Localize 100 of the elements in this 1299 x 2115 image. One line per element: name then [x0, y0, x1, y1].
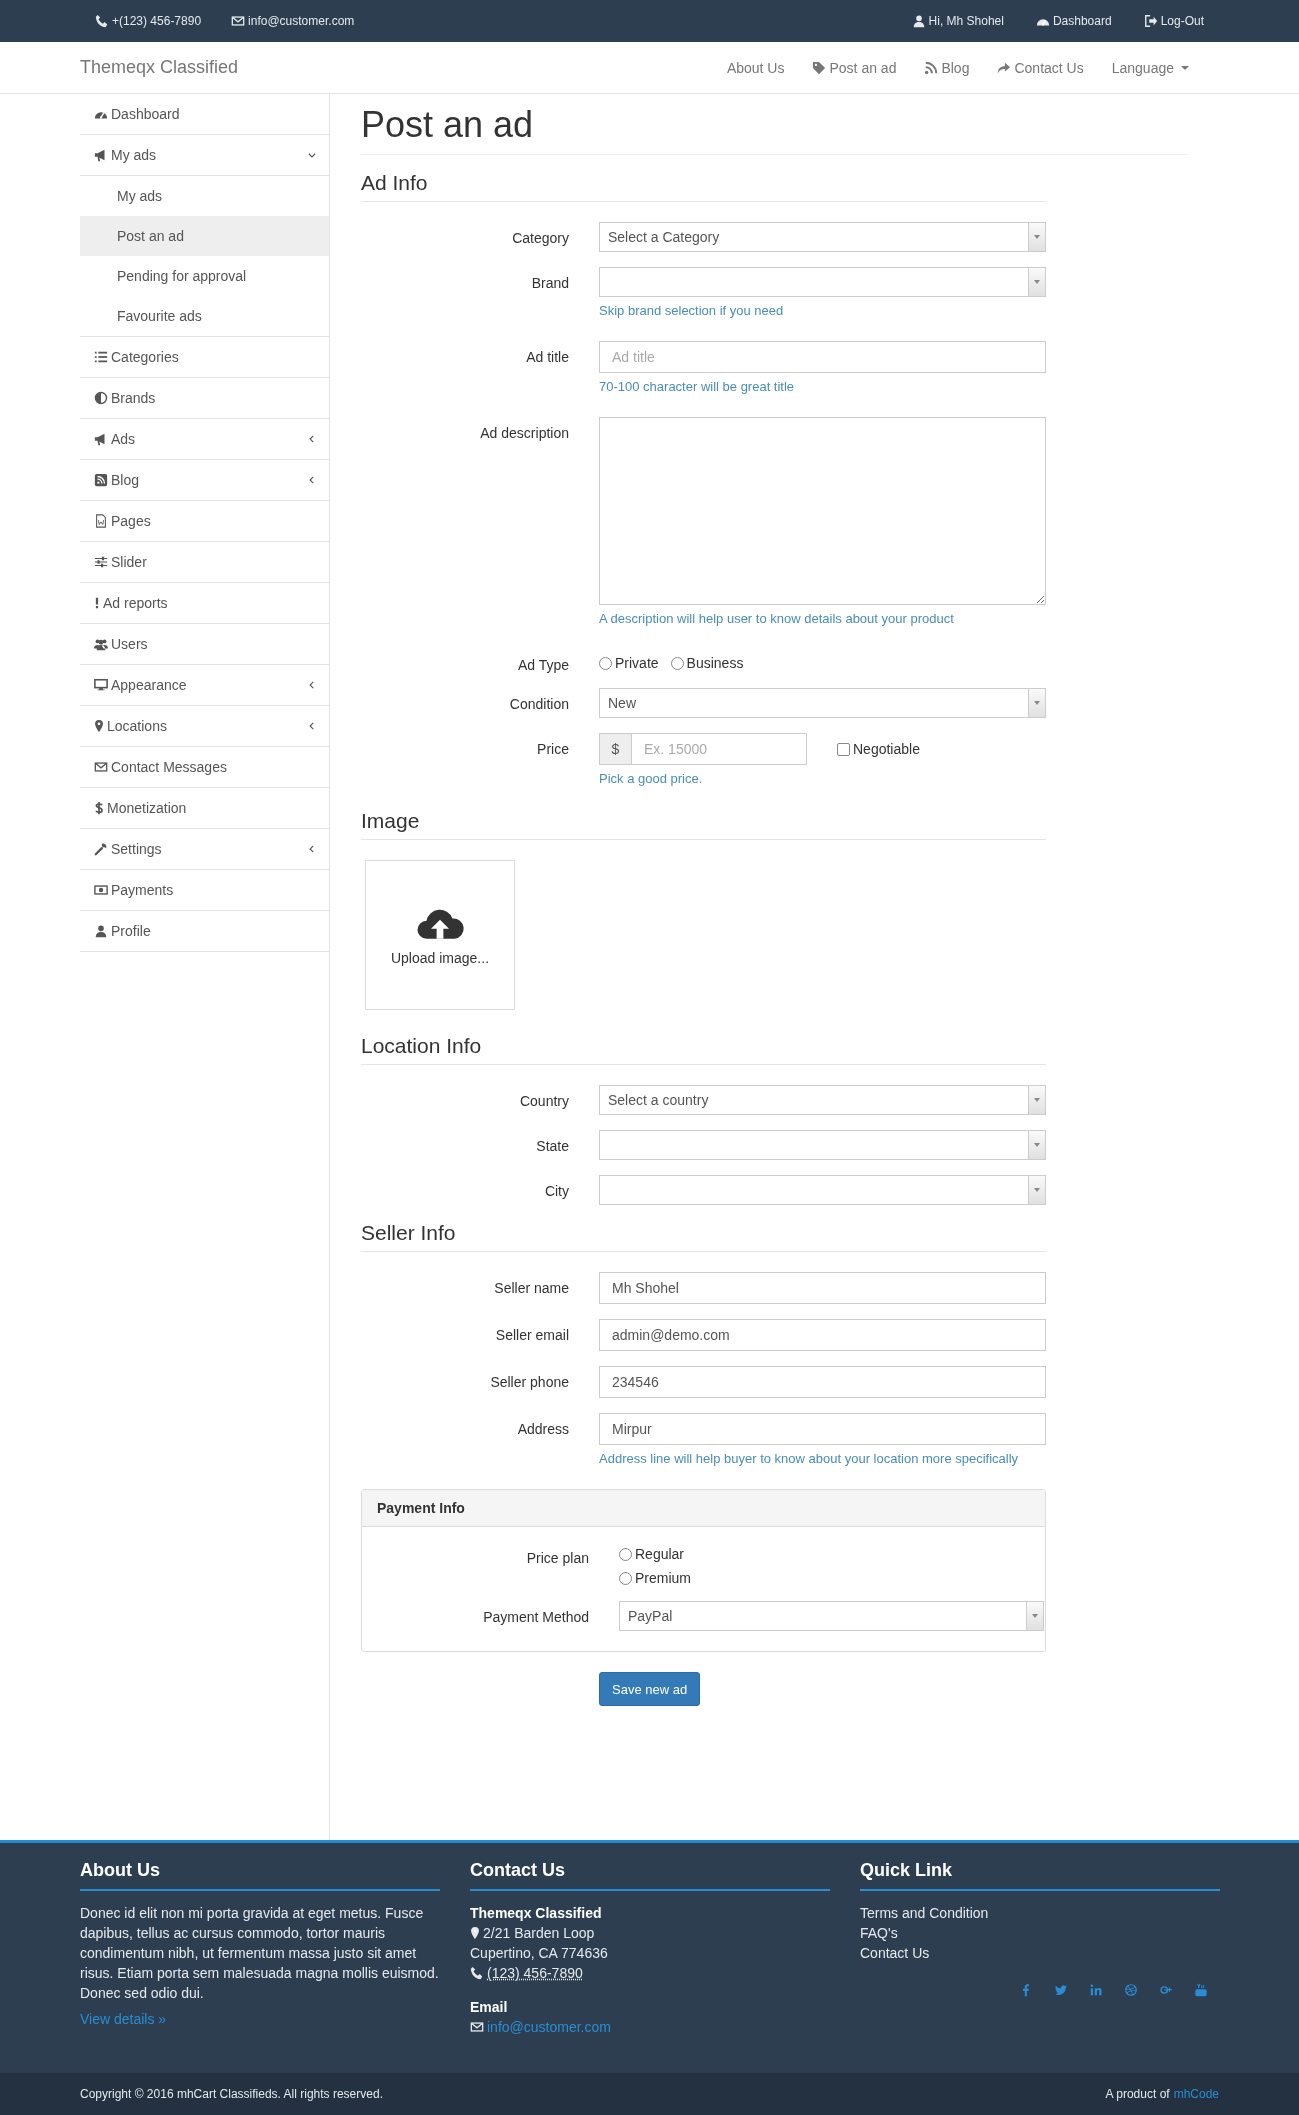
sidebar-item[interactable]: Blog — [80, 460, 329, 501]
field-label: Ad Type — [516, 656, 569, 673]
text-field[interactable]: Mh Shohel — [599, 1272, 1046, 1304]
text-field[interactable]: admin@demo.com — [599, 1319, 1046, 1351]
quick-link[interactable]: FAQ's — [860, 1923, 898, 1943]
dollar-icon — [94, 801, 104, 815]
map-pin-icon — [470, 1926, 480, 1940]
linkedin-icon — [1089, 1983, 1103, 1997]
checkbox-label: Negotiable — [853, 741, 920, 757]
quick-link[interactable]: Terms and Condition — [860, 1903, 989, 1923]
radio-button[interactable] — [670, 656, 684, 670]
document-icon — [94, 514, 108, 528]
megaphone-icon — [94, 432, 108, 446]
top-link[interactable]: Hi, Mh Shohel — [911, 14, 1004, 28]
about-text: Donec id elit non mi porta gravida at eget metus. Fusce dapibus, tellus ac cursus commodo, tortor mauris condimentum nibh, ut fermentum massa justo sit amet risus. Etiam porta sem malesuada magna mollis euismod. Donec sed odio dui. — [80, 1904, 440, 2003]
quick-link[interactable]: Contact Us — [860, 1943, 930, 1963]
help-text: A description will help user to know details about your product — [599, 610, 955, 628]
caret-icon — [1181, 65, 1189, 70]
credit-link[interactable]: mhCode — [1173, 2087, 1219, 2101]
field-label: Seller phone — [489, 1373, 569, 1392]
sidebar-item[interactable]: Locations — [80, 706, 329, 747]
chevron-icon — [307, 721, 317, 731]
select-field[interactable] — [599, 1175, 1046, 1205]
radio-button[interactable] — [619, 1547, 632, 1561]
envelope-icon — [231, 14, 246, 28]
select-field[interactable]: New — [599, 688, 1046, 718]
radio-button[interactable] — [619, 1571, 632, 1585]
sidebar-item[interactable]: Ad reports — [80, 583, 329, 624]
email-heading: Email — [470, 1998, 509, 2017]
sidebar-item[interactable]: Brands — [80, 378, 329, 419]
help-text: 70-100 character will be great title — [599, 378, 796, 396]
sidebar-subitem[interactable]: Post an ad — [80, 216, 329, 256]
youtube-icon — [1194, 1983, 1208, 1997]
nav-link[interactable]: Contact Us — [997, 59, 1084, 76]
exclamation-icon — [94, 596, 100, 610]
radio-button[interactable] — [599, 656, 612, 670]
users-icon — [94, 637, 108, 651]
page-title: Post an ad — [361, 104, 1188, 155]
phone-link[interactable]: (123) 456-7890 — [487, 1963, 583, 1983]
sidebar-item[interactable]: Pages — [80, 501, 329, 542]
sidebar-subitem[interactable]: Favourite ads — [80, 296, 329, 336]
field-label: Seller name — [493, 1279, 569, 1298]
sidebar-item[interactable]: Dashboard — [80, 94, 329, 135]
nav-link[interactable]: Post an ad — [812, 59, 897, 76]
upload-button[interactable]: Upload image... — [365, 860, 515, 1010]
chevron-icon — [307, 680, 317, 690]
sidebar-item[interactable]: My ads — [80, 135, 329, 176]
address-line: Cupertino, CA 774636 — [470, 1944, 608, 1963]
section-heading: Seller Info — [361, 1221, 1046, 1252]
field-label: City — [543, 1182, 569, 1201]
language-dropdown[interactable]: Language — [1111, 59, 1189, 76]
sidebar-item[interactable]: Ads — [80, 419, 329, 460]
field-label: State — [535, 1137, 569, 1156]
sidebar-item[interactable]: Categories — [80, 337, 329, 378]
rss-icon — [94, 473, 108, 487]
price-field[interactable]: Ex. 15000 — [631, 733, 807, 765]
nav-link[interactable]: About Us — [726, 59, 785, 76]
sidebar-item[interactable]: Payments — [80, 870, 329, 911]
site-brand[interactable]: Themeqx Classified — [80, 57, 239, 78]
select-field[interactable] — [599, 1130, 1046, 1160]
sidebar-item[interactable]: Contact Messages — [80, 747, 329, 788]
google-plus-icon — [1159, 1983, 1173, 1997]
sidebar-subitem[interactable]: Pending for approval — [80, 256, 329, 296]
envelope-icon — [94, 760, 108, 774]
footer-heading: Quick Link — [860, 1843, 1220, 1891]
select-field[interactable]: Select a country — [599, 1085, 1046, 1115]
footer-heading: About Us — [80, 1843, 440, 1891]
sidebar-item[interactable]: Users — [80, 624, 329, 665]
help-text: Skip brand selection if you need — [599, 302, 785, 320]
sidebar-item[interactable]: Slider — [80, 542, 329, 583]
save-button[interactable]: Save new ad — [599, 1672, 701, 1706]
currency-addon: $ — [599, 733, 631, 765]
share-arrow-icon — [997, 60, 1012, 75]
field-label: Ad description — [479, 424, 569, 443]
select-field[interactable] — [599, 267, 1046, 297]
text-field[interactable]: 234546 — [599, 1366, 1046, 1398]
field-label: Address — [516, 1420, 569, 1439]
select-field[interactable]: Select a Category — [599, 222, 1046, 252]
field-label: Category — [511, 229, 569, 248]
wrench-icon — [94, 842, 108, 856]
sidebar-item[interactable]: Settings — [80, 829, 329, 870]
credit-text: A product of — [1105, 2087, 1170, 2101]
sidebar-subitem[interactable]: My ads — [80, 176, 329, 216]
text-field[interactable]: Mirpur — [599, 1413, 1046, 1445]
section-heading: Ad Info — [361, 171, 1046, 202]
nav-link[interactable]: Blog — [924, 59, 970, 76]
sidebar-item[interactable]: Monetization — [80, 788, 329, 829]
checkbox[interactable] — [837, 742, 850, 756]
megaphone-icon — [94, 148, 108, 162]
section-heading: Image — [361, 809, 1046, 840]
sidebar-item[interactable]: Appearance — [80, 665, 329, 706]
top-link[interactable]: Dashboard — [1035, 14, 1112, 28]
logout-icon — [1143, 14, 1158, 28]
top-link[interactable]: Log-Out — [1143, 14, 1204, 28]
select-field[interactable]: PayPal — [619, 1601, 1044, 1631]
user-icon — [94, 924, 108, 938]
text-field[interactable]: Ad title — [599, 341, 1046, 373]
sidebar-item[interactable]: Profile — [80, 911, 329, 952]
contact-info: +(123) 456-7890 — [95, 14, 202, 28]
field-label: Brand — [530, 274, 569, 293]
